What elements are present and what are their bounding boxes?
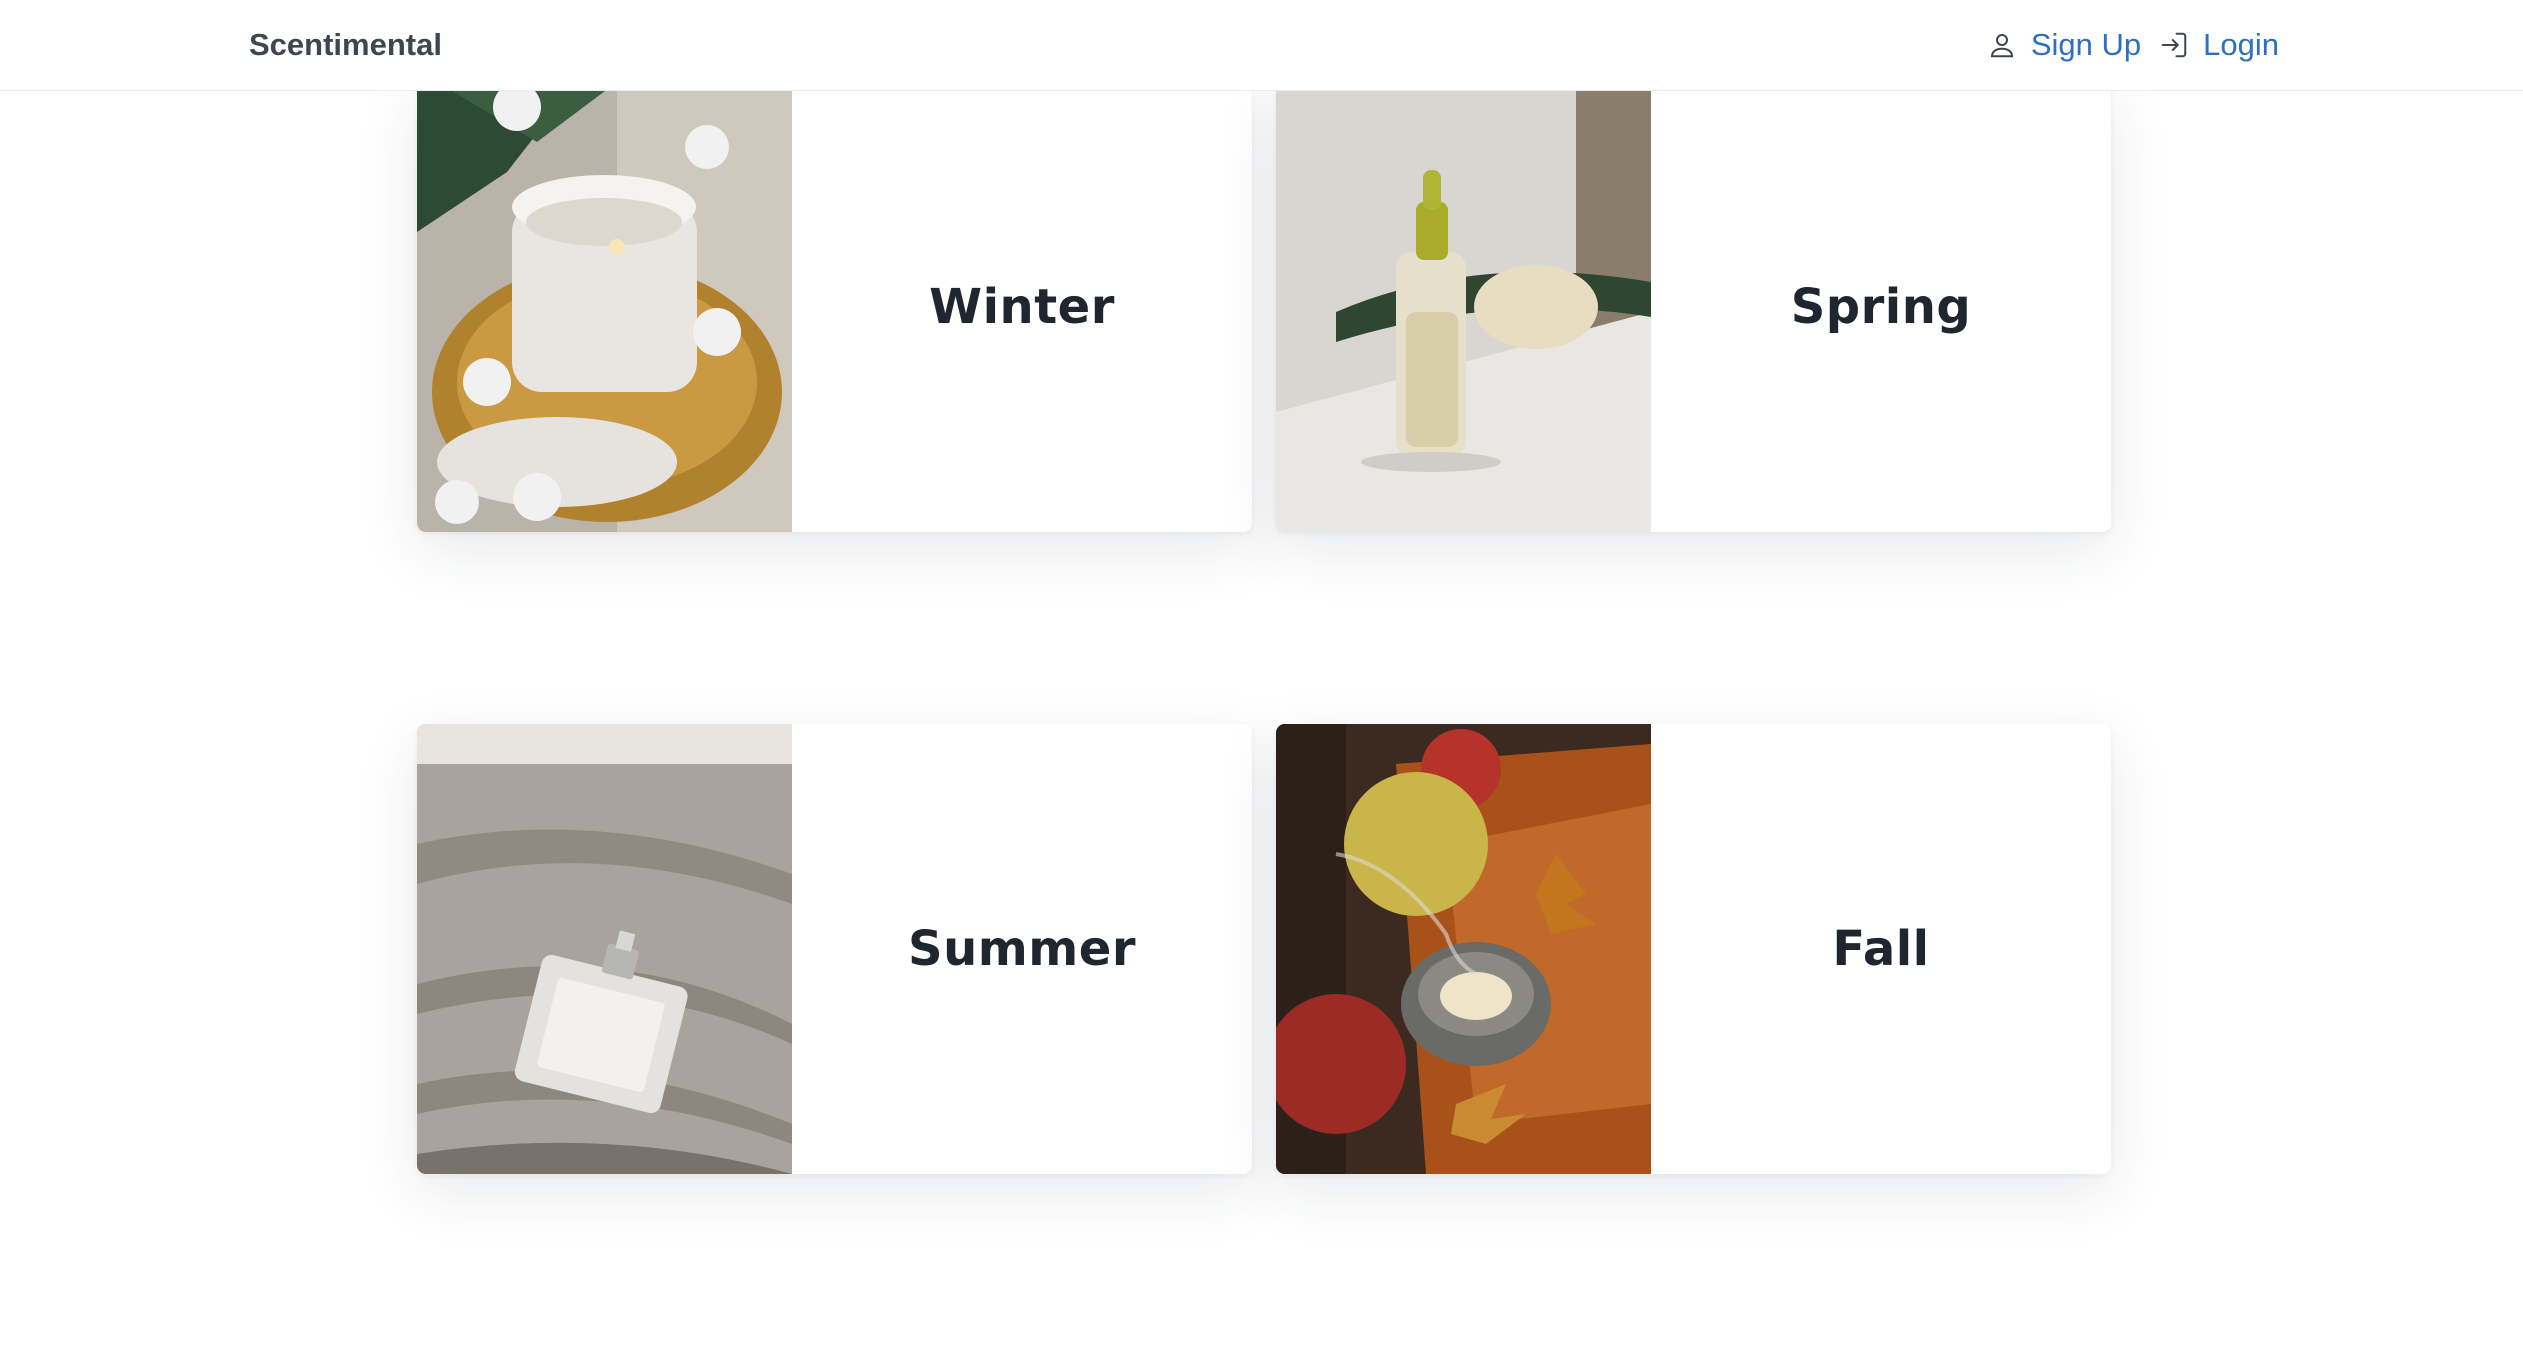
winter-card-body: Winter bbox=[792, 82, 1252, 532]
summer-card-image bbox=[417, 724, 792, 1174]
summer-card-title: Summer bbox=[908, 921, 1136, 977]
user-icon bbox=[1990, 34, 2013, 58]
season-card-spring[interactable]: Spring bbox=[1276, 82, 2111, 532]
fall-card-image bbox=[1276, 724, 1651, 1174]
spring-card-image bbox=[1276, 82, 1651, 532]
sign-up-label: Sign Up bbox=[2030, 27, 2142, 62]
login-icon bbox=[2161, 32, 2187, 58]
spring-card-title: Spring bbox=[1790, 279, 1972, 335]
brand-logo-link[interactable]: Scentimental bbox=[249, 26, 442, 64]
spring-card-body: Spring bbox=[1651, 82, 2111, 532]
login-link[interactable]: Login bbox=[2159, 27, 2279, 63]
season-card-summer[interactable]: Summer bbox=[417, 724, 1252, 1174]
summer-card-body: Summer bbox=[792, 724, 1252, 1174]
top-navbar: Scentimental Sign Up Login bbox=[0, 0, 2523, 91]
season-card-fall[interactable]: Fall bbox=[1276, 724, 2111, 1174]
fall-card-body: Fall bbox=[1651, 724, 2111, 1174]
season-card-winter[interactable]: Winter bbox=[417, 82, 1252, 532]
login-label: Login bbox=[2203, 27, 2279, 62]
fall-card-title: Fall bbox=[1832, 921, 1930, 977]
winter-card-image bbox=[417, 82, 792, 532]
sign-up-link[interactable]: Sign Up bbox=[1987, 27, 2141, 63]
nav-links: Sign Up Login bbox=[1969, 22, 2279, 68]
winter-card-title: Winter bbox=[929, 279, 1115, 335]
